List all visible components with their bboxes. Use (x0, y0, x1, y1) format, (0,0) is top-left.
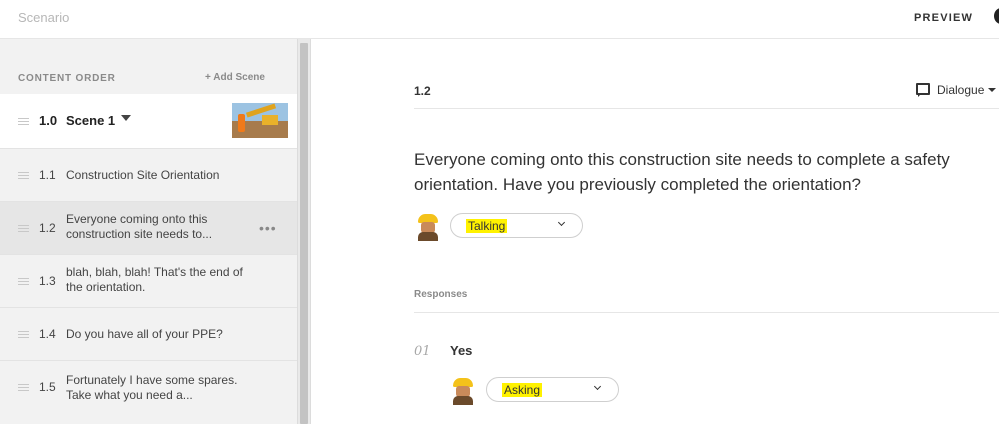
response-text[interactable]: Yes (450, 343, 472, 358)
expression-value: Talking (466, 219, 508, 233)
item-text: blah, blah, blah! That's the end of the … (66, 265, 243, 294)
item-text: Do you have all of your PPE? (66, 327, 223, 341)
more-options-icon[interactable]: ••• (259, 221, 277, 235)
editor-panel: 1.2 Dialogue Everyone coming onto this c… (311, 39, 999, 424)
list-item[interactable]: 1.3 blah, blah, blah! That's the end of … (0, 254, 297, 307)
type-selector-label: Dialogue (937, 83, 985, 97)
top-bar: Scenario PREVIEW (0, 0, 999, 39)
item-number: 1.3 (39, 274, 56, 288)
divider (414, 312, 999, 313)
user-avatar[interactable] (994, 8, 999, 24)
list-item-active[interactable]: 1.2 Everyone coming onto this constructi… (0, 201, 297, 254)
list-item[interactable]: 1.5 Fortunately I have some spares. Take… (0, 360, 297, 413)
scene-number: 1.0 (39, 113, 58, 128)
chevron-down-icon (593, 382, 602, 391)
response-expression-dropdown[interactable]: Asking (486, 377, 619, 402)
list-item[interactable]: 1.4 Do you have all of your PPE? (0, 307, 297, 360)
sidebar-scrollbar[interactable] (297, 39, 311, 424)
add-scene-button[interactable]: + Add Scene (205, 72, 265, 83)
caret-down-icon (988, 88, 996, 92)
preview-button[interactable]: PREVIEW (914, 12, 973, 24)
content-order-heading: CONTENT ORDER (18, 73, 116, 84)
response-number: 01 (414, 344, 431, 359)
worker-avatar (451, 378, 475, 405)
drag-handle-icon[interactable] (18, 118, 29, 125)
chevron-down-icon (557, 218, 566, 227)
item-number: 1.2 (39, 221, 56, 235)
item-text: Construction Site Orientation (66, 168, 220, 182)
content-order-sidebar: CONTENT ORDER + Add Scene 1.0 Scene 1 1.… (0, 39, 297, 424)
item-number: 1.4 (39, 327, 56, 341)
item-text: Fortunately I have some spares. Take wha… (66, 373, 238, 402)
list-item[interactable]: 1.1 Construction Site Orientation (0, 148, 297, 201)
drag-handle-icon[interactable] (18, 225, 29, 232)
expression-dropdown[interactable]: Talking (450, 213, 583, 238)
responses-heading: Responses (414, 289, 468, 300)
expression-value: Asking (502, 383, 543, 397)
node-id: 1.2 (414, 84, 431, 98)
item-text: Everyone coming onto this construction s… (66, 212, 213, 241)
caret-down-icon[interactable] (121, 115, 131, 121)
scrollbar-thumb[interactable] (300, 43, 308, 424)
drag-handle-icon[interactable] (18, 278, 29, 285)
worker-avatar (416, 214, 440, 241)
scene-thumbnail (232, 103, 288, 138)
scene-row[interactable]: 1.0 Scene 1 (0, 94, 297, 148)
drag-handle-icon[interactable] (18, 384, 29, 391)
scene-name: Scene 1 (66, 113, 116, 128)
divider (414, 108, 999, 109)
item-number: 1.1 (39, 168, 56, 182)
dialogue-prompt[interactable]: Everyone coming onto this construction s… (414, 147, 989, 197)
speech-bubble-icon (916, 83, 930, 97)
app-title: Scenario (18, 10, 70, 25)
item-number: 1.5 (39, 380, 56, 394)
drag-handle-icon[interactable] (18, 331, 29, 338)
drag-handle-icon[interactable] (18, 172, 29, 179)
